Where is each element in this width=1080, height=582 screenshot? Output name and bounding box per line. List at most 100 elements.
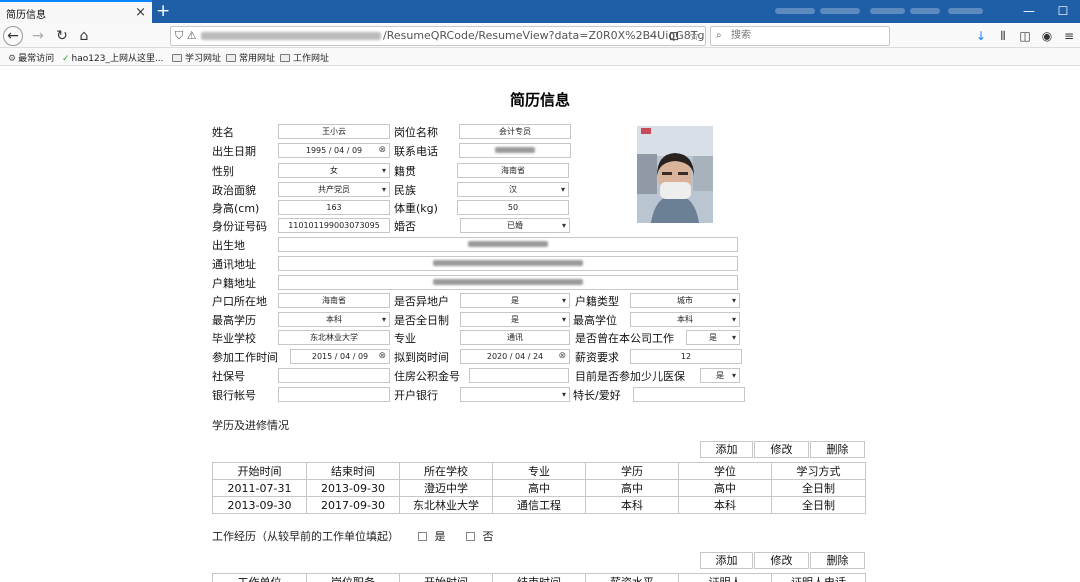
clear-icon[interactable]: ⊗ [378,144,386,157]
id-card-field[interactable]: 110101199003073095 [278,218,390,233]
native-place-label: 籍贯 [394,165,416,178]
bookmarks-toolbar: ⚙ 最常访问 ✓ hao123_上网从这里... 学习网址 常用网址 工作网址 [0,48,1080,66]
name-field[interactable]: 王小云 [278,124,390,139]
arrival-date-field[interactable]: 2020 / 04 / 24 ⊗ [460,349,570,364]
bank-account-field[interactable] [278,387,390,402]
phone-field[interactable] [459,143,571,158]
hukou-address-blurred-value [433,279,583,285]
weight-label: 体重(kg) [394,202,438,215]
birth-date-label: 出生日期 [212,145,256,158]
gender-select[interactable]: 女 [278,163,390,178]
work-yes-option[interactable]: 是 [418,528,446,544]
forward-icon[interactable]: → [28,26,48,46]
work-delete-button[interactable]: 删除 [810,552,865,569]
phone-blurred-value [495,147,535,153]
hukou-address-field[interactable] [278,275,738,290]
column-header: 证明人 [678,573,772,582]
page-actions-icon[interactable]: ··· [649,27,660,45]
bookmark-folder-common[interactable]: 常用网址 [226,51,275,64]
height-field[interactable]: 163 [278,200,390,215]
bookmark-star-icon[interactable]: ☆ [689,27,700,45]
worked-here-select[interactable]: 是 [686,330,740,345]
table-row[interactable]: 2011-07-31 2013-09-30 澄迈中学 高中 高中 高中 全日制 [212,479,866,497]
hukou-type-select[interactable]: 城市 [630,293,740,308]
pocket-icon[interactable]: ⊡ [669,27,679,45]
work-start-value: 2015 / 04 / 09 [311,352,369,361]
bookmark-hao123[interactable]: ✓ hao123_上网从这里... [62,51,164,64]
folder-icon [172,54,182,62]
ethnicity-select[interactable]: 汉 [457,182,569,197]
table-row[interactable]: 2013-09-30 2017-09-30 东北林业大学 通信工程 本科 本科 … [212,496,866,514]
birth-date-field[interactable]: 1995 / 04 / 09 ⊗ [278,143,390,158]
library-icon[interactable]: ⫴ [994,27,1012,45]
clear-icon[interactable]: ⊗ [558,350,566,363]
search-input[interactable]: ⌕ 搜索 [710,26,890,46]
table-cell: 澄迈中学 [399,479,493,497]
weight-field[interactable]: 50 [457,200,569,215]
profile-photo [637,126,713,223]
profile-photo-image [637,126,713,223]
bookmark-most-visited[interactable]: ⚙ 最常访问 [8,51,54,64]
hukou-location-field[interactable]: 海南省 [278,293,390,308]
housing-fund-field[interactable] [469,368,569,383]
highest-education-select[interactable]: 本科 [278,312,390,327]
search-placeholder: 搜索 [731,30,751,41]
highest-degree-select[interactable]: 本科 [630,312,740,327]
nonlocal-hukou-select[interactable]: 是 [460,293,570,308]
child-insurance-select[interactable]: 是 [700,368,740,383]
clear-icon[interactable]: ⊗ [378,350,386,363]
marital-status-select[interactable]: 已婚 [460,218,570,233]
reload-icon[interactable]: ↻ [52,26,72,46]
browser-tab-bar: 简历信息 × + — ☐ [0,0,1080,23]
work-start-field[interactable]: 2015 / 04 / 09 ⊗ [290,349,390,364]
sidebar-icon[interactable]: ◫ [1016,27,1034,45]
column-header: 学历 [585,462,679,480]
social-security-field[interactable] [278,368,390,383]
address-blurred-value [433,260,583,266]
work-yes-label: 是 [434,530,446,543]
new-tab-icon[interactable]: + [156,1,170,21]
work-add-button[interactable]: 添加 [700,552,753,569]
phone-label: 联系电话 [394,145,438,158]
menu-icon[interactable]: ≡ [1060,27,1078,45]
home-icon[interactable]: ⌂ [74,26,94,46]
full-time-select[interactable]: 是 [460,312,570,327]
work-no-checkbox[interactable] [466,532,475,541]
salary-label: 薪资要求 [575,351,619,364]
address-field[interactable] [278,256,738,271]
bank-select[interactable] [460,387,570,402]
work-yes-checkbox[interactable] [418,532,427,541]
bookmark-folder-study[interactable]: 学习网址 [172,51,221,64]
education-delete-button[interactable]: 删除 [810,441,865,458]
major-label: 专业 [394,332,416,345]
salary-field[interactable]: 12 [630,349,742,364]
toolbar-blurred-item [870,8,905,14]
table-cell: 高中 [585,479,679,497]
browser-tab[interactable]: 简历信息 × [0,0,152,23]
address-label: 通讯地址 [212,258,256,271]
hukou-location-label: 户口所在地 [212,295,267,308]
school-field[interactable]: 东北林业大学 [278,330,390,345]
close-tab-icon[interactable]: × [135,5,146,20]
account-icon[interactable]: ◉ [1038,27,1056,45]
address-bar[interactable]: ⛉ ⚠ /ResumeQRCode/ResumeView?data=Z0R0X%… [170,26,706,46]
maximize-icon[interactable]: ☐ [1046,0,1080,23]
bookmark-folder-work[interactable]: 工作网址 [280,51,329,64]
back-icon[interactable]: ← [3,26,23,46]
work-no-option[interactable]: 否 [466,528,494,544]
position-field[interactable]: 会计专员 [459,124,571,139]
education-edit-button[interactable]: 修改 [754,441,809,458]
school-label: 毕业学校 [212,332,256,345]
minimize-icon[interactable]: — [1012,0,1046,23]
native-place-field[interactable]: 海南省 [457,163,569,178]
political-status-select[interactable]: 共产党员 [278,182,390,197]
birthplace-label: 出生地 [212,239,245,252]
education-add-button[interactable]: 添加 [700,441,753,458]
major-field[interactable]: 通讯 [460,330,570,345]
column-header: 结束时间 [492,573,586,582]
download-icon[interactable]: ↓ [972,27,990,45]
birthplace-field[interactable] [278,237,738,252]
column-header: 学习方式 [771,462,866,480]
work-edit-button[interactable]: 修改 [754,552,809,569]
hobby-field[interactable] [633,387,745,402]
